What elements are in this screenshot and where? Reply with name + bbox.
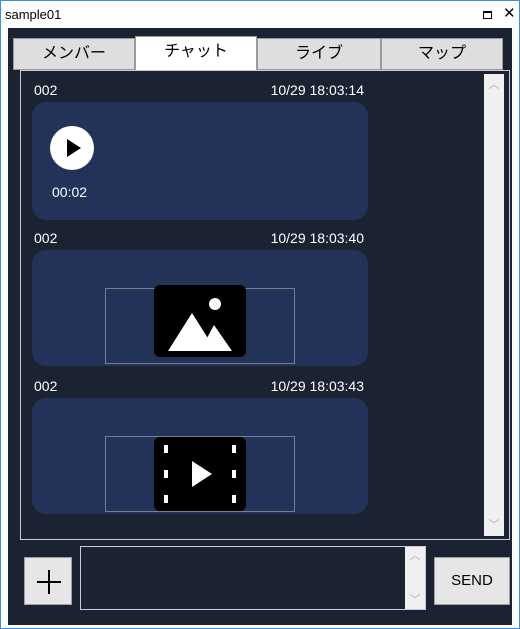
- title-bar[interactable]: sample01 ✕: [1, 1, 519, 29]
- scroll-down-icon[interactable]: ﹀: [484, 516, 504, 534]
- audio-duration: 00:02: [52, 184, 88, 200]
- message-sender: 002: [34, 378, 58, 394]
- scroll-up-icon[interactable]: ︿: [405, 547, 425, 565]
- audio-message-bubble: 00:02: [32, 102, 368, 220]
- play-icon[interactable]: [50, 126, 94, 170]
- message-time: 10/29 18:03:14: [270, 82, 364, 98]
- close-icon[interactable]: ✕: [503, 4, 516, 22]
- scroll-down-icon[interactable]: ﹀: [405, 591, 425, 609]
- image-icon: [154, 285, 246, 357]
- tab-bar: メンバー チャット ライブ マップ: [13, 36, 507, 70]
- message-input-container: ︿ ﹀: [80, 546, 426, 613]
- image-thumbnail[interactable]: [105, 285, 295, 364]
- message-time: 10/29 18:03:40: [270, 230, 364, 246]
- message-sender: 002: [34, 82, 58, 98]
- video-icon: [154, 437, 246, 511]
- message-header: 002 10/29 18:03:40: [34, 228, 364, 250]
- video-message-bubble: [32, 398, 368, 514]
- tab-map[interactable]: マップ: [381, 38, 503, 70]
- chat-message-list[interactable]: 002 10/29 18:03:14 00:02 002 10/29 18:03…: [24, 74, 482, 536]
- scroll-up-icon[interactable]: ︿: [484, 76, 504, 94]
- input-scrollbar[interactable]: ︿ ﹀: [405, 547, 425, 609]
- video-thumbnail[interactable]: [105, 436, 295, 512]
- message-header: 002 10/29 18:03:14: [34, 80, 364, 102]
- send-button[interactable]: SEND: [434, 557, 510, 605]
- chat-scrollbar[interactable]: ︿ ﹀: [484, 74, 504, 536]
- restore-icon[interactable]: [483, 11, 492, 19]
- add-attachment-button[interactable]: [24, 557, 72, 605]
- message-time: 10/29 18:03:43: [270, 378, 364, 394]
- image-message-bubble: [32, 250, 368, 366]
- message-sender: 002: [34, 230, 58, 246]
- tab-members[interactable]: メンバー: [13, 38, 135, 70]
- tab-live[interactable]: ライブ: [257, 38, 381, 70]
- tab-chat[interactable]: チャット: [135, 36, 257, 70]
- window-title: sample01: [5, 7, 62, 22]
- message-header: 002 10/29 18:03:43: [34, 376, 364, 398]
- message-input[interactable]: [81, 547, 407, 613]
